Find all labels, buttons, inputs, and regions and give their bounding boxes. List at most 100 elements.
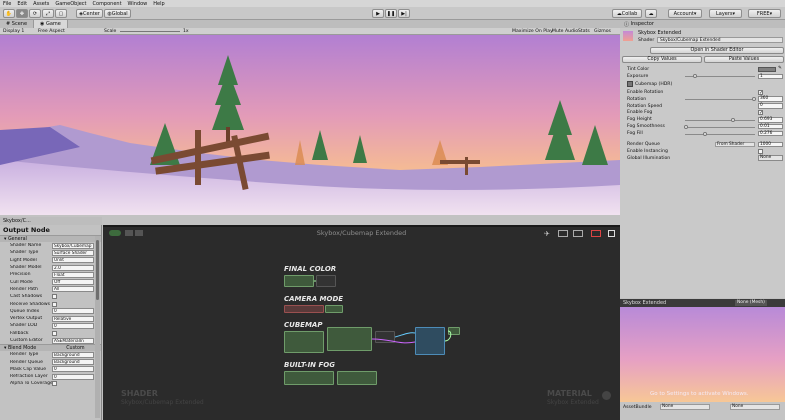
services-button[interactable]: ☁ (645, 9, 657, 18)
fog-height-slider[interactable] (685, 119, 755, 121)
property-field[interactable]: ASEMaterialIn (52, 337, 94, 344)
property-field[interactable]: Background (52, 359, 94, 366)
display-dropdown[interactable]: Display 1 (3, 29, 24, 34)
property-field[interactable]: 0 (52, 366, 94, 373)
property-field[interactable]: Surface Shader (52, 249, 94, 256)
tint-color-swatch[interactable] (758, 67, 776, 72)
output-property-row: Refraction Layer 0 (0, 373, 101, 380)
fog-smoothness-slider[interactable] (685, 126, 755, 128)
menu-edit[interactable]: Edit (17, 1, 27, 7)
gizmos-dropdown[interactable]: Gizmos (594, 29, 611, 34)
rotation-field[interactable]: 360 (758, 96, 783, 102)
enable-rotation-checkbox[interactable]: ✓ (758, 89, 763, 95)
hand-tool-button[interactable]: ✋ (3, 9, 15, 18)
menu-gameobject[interactable]: GameObject (55, 1, 86, 7)
preview-header: Skybox Extended None (Mesh) (620, 299, 785, 307)
cubemap-thumbnail[interactable] (627, 81, 633, 88)
pivot-center-toggle[interactable]: ◈ Center (76, 9, 103, 18)
asset-variant-dropdown[interactable]: None (730, 404, 780, 410)
output-property-row: Custom Editor ASEMaterialIn (0, 337, 101, 344)
fog-fill-slider-knob[interactable] (703, 131, 707, 136)
menu-assets[interactable]: Assets (33, 1, 49, 7)
property-field[interactable]: Relative (52, 315, 94, 322)
property-field[interactable]: 0 (52, 373, 94, 380)
enable-instancing-checkbox[interactable] (758, 148, 763, 154)
render-queue-dropdown[interactable]: From Shader (715, 141, 755, 148)
property-field[interactable]: Background (52, 351, 94, 358)
property-checkbox[interactable] (52, 294, 57, 300)
fog-fill-field[interactable]: 0.276 (758, 130, 783, 137)
rotation-slider-knob[interactable] (752, 97, 756, 102)
property-field[interactable]: Off (52, 279, 94, 286)
rect-tool-button[interactable]: ▢ (55, 9, 67, 18)
general-section-header[interactable]: ▾ General (0, 235, 101, 242)
fog-height-slider-knob[interactable] (731, 117, 735, 122)
layers-dropdown[interactable]: Layers ▾ (709, 9, 742, 18)
exposure-field[interactable]: 1 (758, 73, 783, 80)
play-button[interactable]: ▶ (372, 9, 384, 18)
material-preview[interactable]: Go to Settings to activate Windows. (620, 307, 785, 402)
property-field[interactable]: 0 (52, 322, 94, 329)
exposure-slider-knob[interactable] (693, 74, 697, 79)
rotation-speed-field[interactable]: 0 (758, 103, 783, 109)
paste-values-button[interactable]: Paste Values (704, 56, 784, 63)
property-checkbox[interactable] (52, 301, 57, 307)
layout-dropdown[interactable]: FREE ▾ (748, 9, 781, 18)
fog-fill-slider[interactable] (685, 133, 755, 135)
tab-game[interactable]: ◉ Game (34, 20, 68, 28)
property-checkbox[interactable] (52, 381, 57, 387)
maximize-on-play-toggle[interactable]: Maximize On Play (512, 29, 553, 34)
tab-skybox-output[interactable]: Skybox/C... (0, 217, 102, 225)
property-checkbox[interactable] (52, 330, 57, 336)
scale-tool-button[interactable]: ⤢ (42, 9, 54, 18)
mute-audio-toggle[interactable]: Mute Audio (552, 29, 578, 34)
menu-file[interactable]: File (3, 1, 11, 7)
node-graph-canvas[interactable]: Skybox/Cubemap Extended ✈ FINAL COLOR CA… (103, 225, 620, 420)
tab-inspector[interactable]: ⓘ Inspector (620, 20, 785, 28)
property-field[interactable]: Float (52, 271, 94, 278)
menu-help[interactable]: Help (153, 1, 164, 7)
property-field[interactable]: Skybox/Cubemap (52, 242, 94, 249)
output-property-row: Precision Float (0, 271, 101, 278)
collab-button[interactable]: ☁ Collab (612, 9, 642, 18)
shader-dropdown[interactable]: Skybox/Cubemap Extended (657, 37, 783, 43)
global-illumination-dropdown[interactable]: None (758, 155, 783, 161)
menu-component[interactable]: Component (93, 1, 122, 7)
menu-window[interactable]: Window (128, 1, 148, 7)
aspect-dropdown[interactable]: Free Aspect (38, 29, 65, 34)
account-dropdown[interactable]: Account ▾ (668, 9, 702, 18)
blend-mode-value[interactable]: Custom (66, 346, 84, 351)
open-in-shader-editor-button[interactable]: Open in Shader Editor (650, 47, 784, 54)
watermark-shader: SHADER (121, 389, 158, 398)
output-property-row: Receive Shadows (0, 300, 101, 307)
tint-color-row: Tint Color ✎ (620, 66, 785, 73)
scale-slider[interactable] (120, 31, 180, 32)
property-field[interactable]: 2.0 (52, 264, 94, 271)
step-button[interactable]: ▶| (398, 9, 410, 18)
stats-toggle[interactable]: Stats (578, 29, 590, 34)
tab-scene[interactable]: # Scene (0, 20, 35, 28)
game-viewport[interactable] (0, 35, 620, 215)
move-tool-button[interactable]: ✥ (16, 9, 28, 18)
fog-smoothness-field[interactable]: 0.01 (758, 123, 783, 130)
enable-fog-checkbox[interactable]: ✓ (758, 110, 763, 116)
asset-bundle-dropdown[interactable]: None (660, 404, 710, 410)
pause-button[interactable]: ❚❚ (385, 9, 397, 18)
output-tab-label: Skybox/C... (3, 218, 31, 224)
eyedropper-icon[interactable]: ✎ (778, 66, 782, 71)
rotate-tool-button[interactable]: ⟳ (29, 9, 41, 18)
scrollbar-thumb[interactable] (96, 240, 99, 300)
fog-smoothness-slider-knob[interactable] (684, 124, 688, 129)
blend-mode-section-header[interactable]: ▾ Blend Mode Custom (0, 344, 101, 352)
property-field[interactable]: 0 (52, 308, 94, 315)
copy-values-button[interactable]: Copy Values (622, 56, 702, 63)
global-local-toggle[interactable]: ◍ Global (104, 9, 131, 18)
render-queue-field[interactable]: 1000 (758, 141, 783, 148)
output-scrollbar[interactable] (95, 236, 100, 418)
fog-height-field[interactable]: 0.693 (758, 117, 783, 123)
property-field[interactable]: Unlit (52, 257, 94, 264)
property-field[interactable]: All (52, 286, 94, 293)
preview-mesh-dropdown[interactable]: None (Mesh) (735, 300, 767, 306)
rotation-slider[interactable] (685, 99, 755, 101)
render-queue-label: Render Queue (627, 141, 660, 147)
